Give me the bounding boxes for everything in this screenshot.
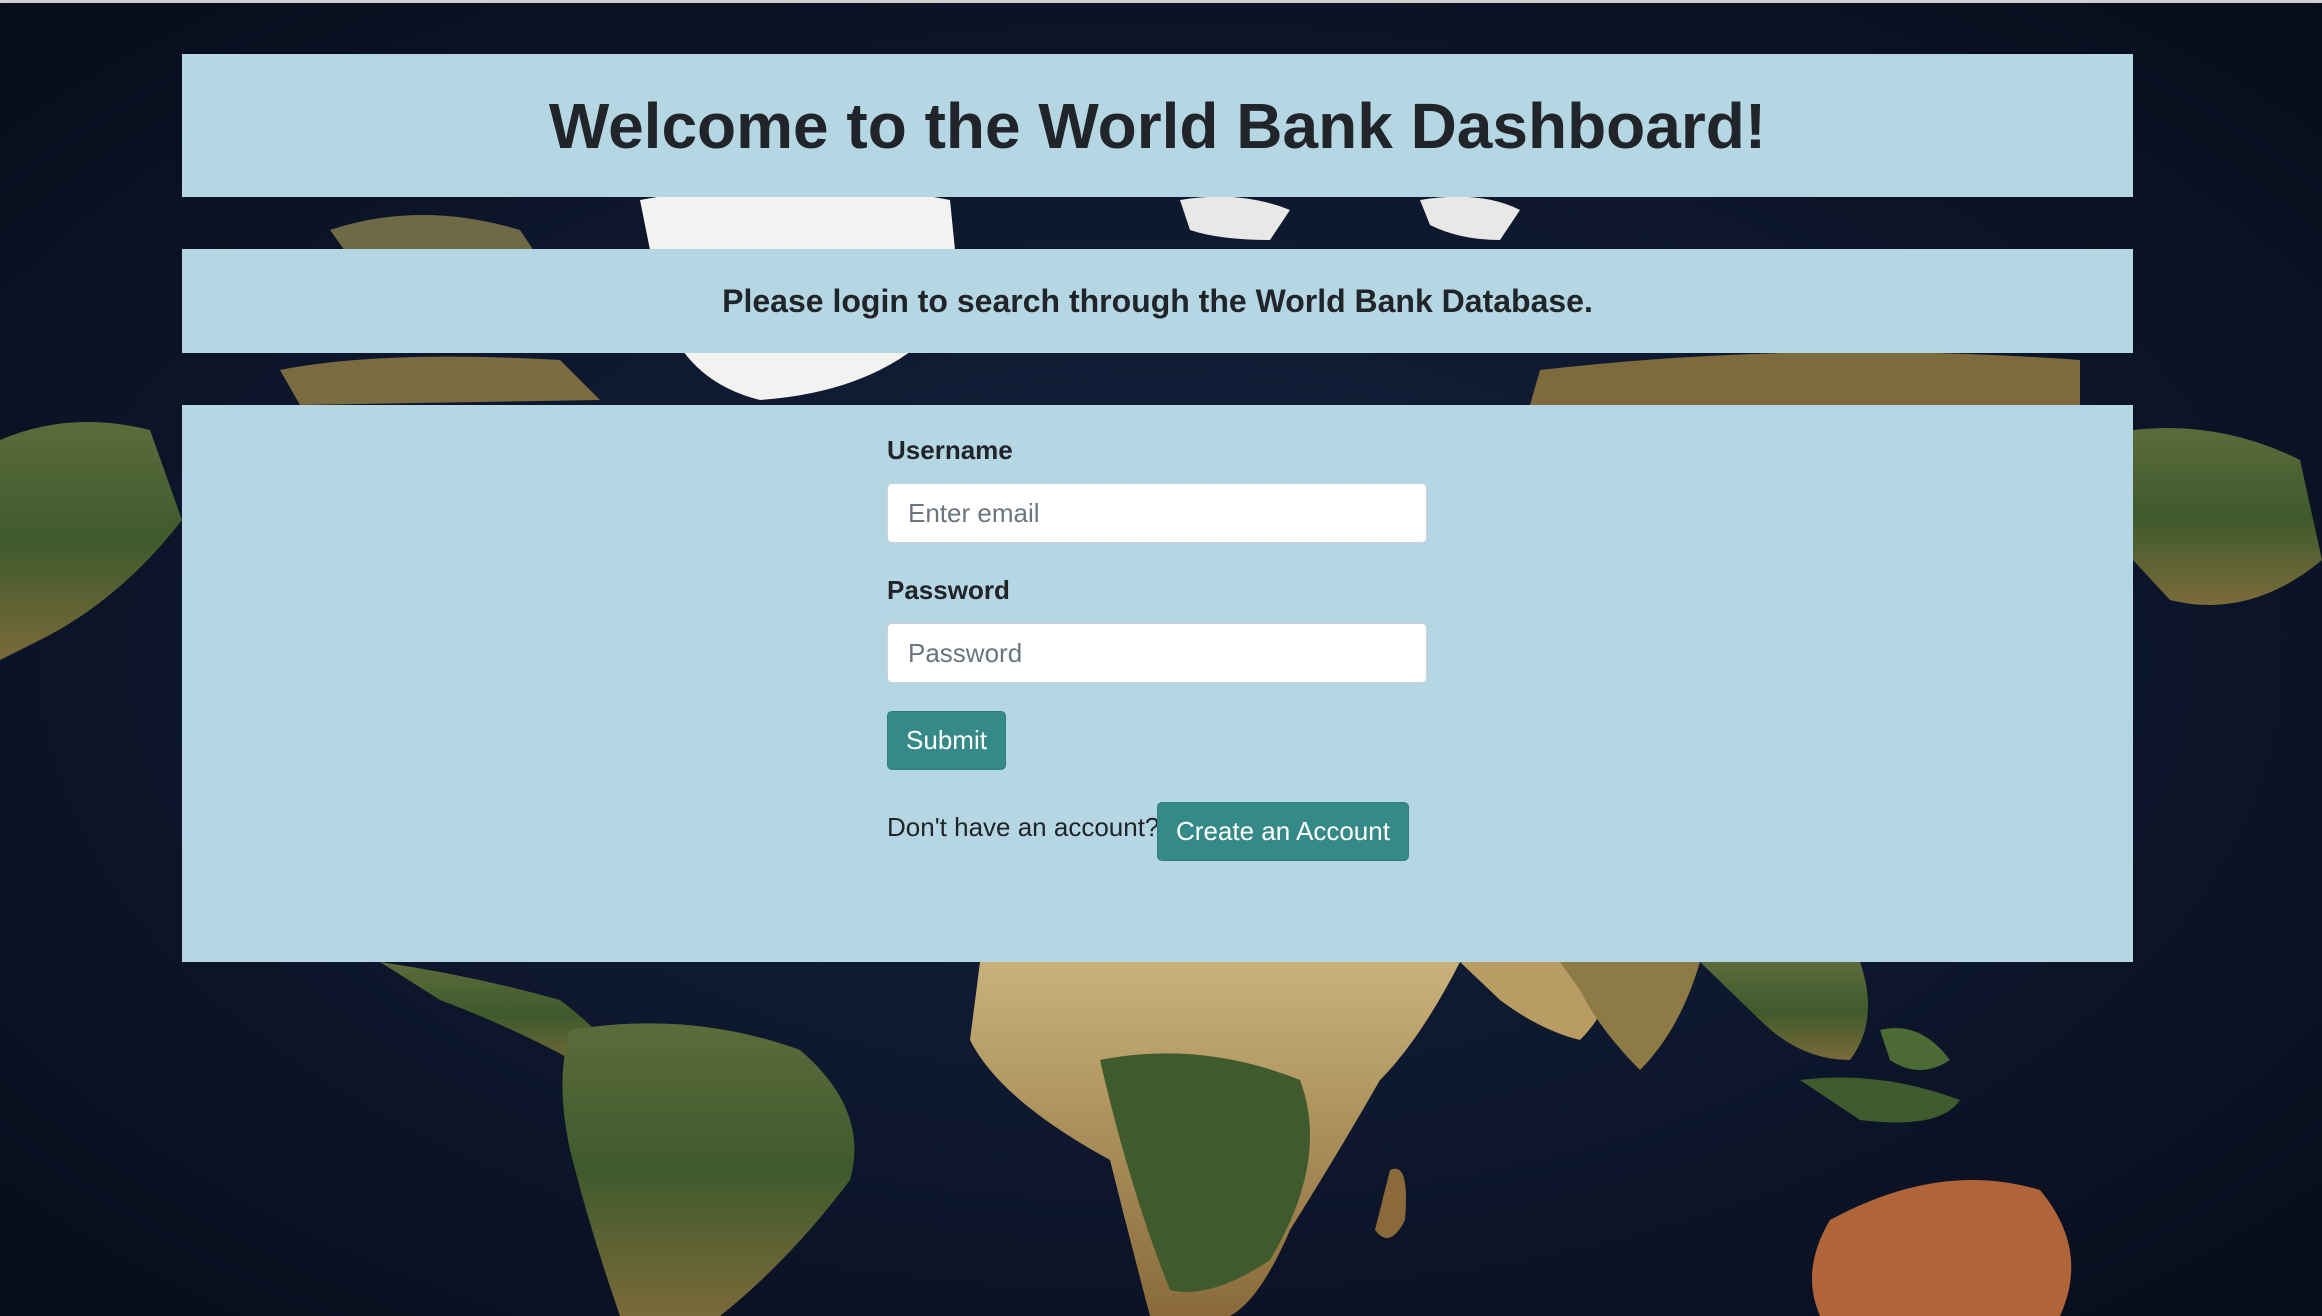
- page-title: Welcome to the World Bank Dashboard!: [548, 89, 1767, 162]
- login-panel: Username Password Submit Don't have an a…: [182, 405, 2133, 962]
- password-input[interactable]: [887, 623, 1427, 683]
- header-banner: Welcome to the World Bank Dashboard!: [182, 54, 2133, 197]
- submit-button[interactable]: Submit: [887, 711, 1006, 770]
- create-account-button[interactable]: Create an Account: [1157, 802, 1409, 861]
- username-input[interactable]: [887, 483, 1427, 543]
- password-label: Password: [887, 575, 1010, 605]
- signup-prompt: Don't have an account?: [887, 812, 1160, 842]
- subtitle-banner: Please login to search through the World…: [182, 249, 2133, 353]
- page-subtitle: Please login to search through the World…: [722, 282, 1593, 319]
- username-label: Username: [887, 435, 1013, 465]
